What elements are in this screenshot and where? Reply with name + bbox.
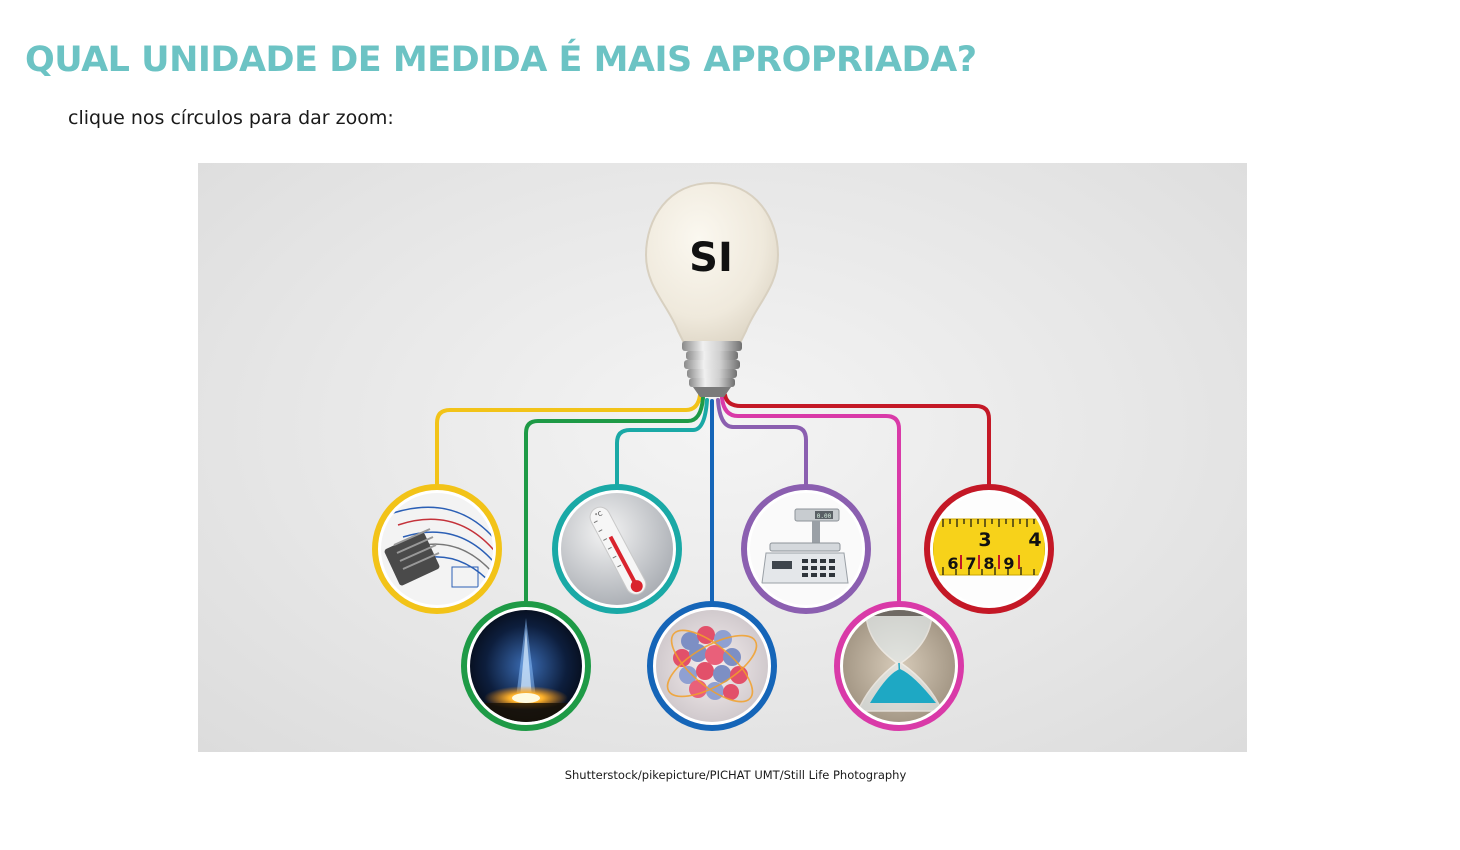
electric-current-circle[interactable] — [372, 484, 502, 614]
red-connector — [723, 393, 991, 487]
temperature-circle[interactable]: °C — [552, 484, 682, 614]
tape-digit: 8 — [983, 554, 994, 573]
tape-digit: 4 — [1028, 529, 1041, 551]
mass-circle[interactable]: 0.00 — [741, 484, 871, 614]
bulb-label: SI — [689, 235, 733, 281]
amount-of-substance-circle[interactable] — [647, 601, 777, 731]
si-units-infographic: SI °C 0.00 3 4 6 7 8 9 — [198, 163, 1247, 752]
tape-digit: 3 — [978, 529, 991, 551]
tape-digit: 7 — [965, 554, 976, 573]
teal-connector — [615, 398, 709, 487]
page-title: QUAL UNIDADE DE MEDIDA É MAIS APROPRIADA… — [25, 40, 977, 80]
instruction-text: clique nos círculos para dar zoom: — [68, 107, 394, 129]
infographic-canvas: SI °C 0.00 3 4 6 7 8 9 — [372, 181, 1054, 731]
image-credit: Shutterstock/pikepicture/PICHAT UMT/Stil… — [564, 768, 907, 782]
time-circle[interactable] — [834, 601, 964, 731]
length-circle[interactable]: 3 4 6 7 8 9 — [924, 484, 1054, 614]
luminous-intensity-circle[interactable] — [461, 601, 591, 731]
light-bulb-icon: SI — [644, 181, 780, 397]
connector-lines — [435, 393, 991, 605]
tape-digit: 6 — [947, 554, 958, 573]
scale-display: 0.00 — [817, 513, 832, 520]
yellow-connector — [435, 393, 702, 487]
tape-digit: 9 — [1003, 554, 1014, 573]
